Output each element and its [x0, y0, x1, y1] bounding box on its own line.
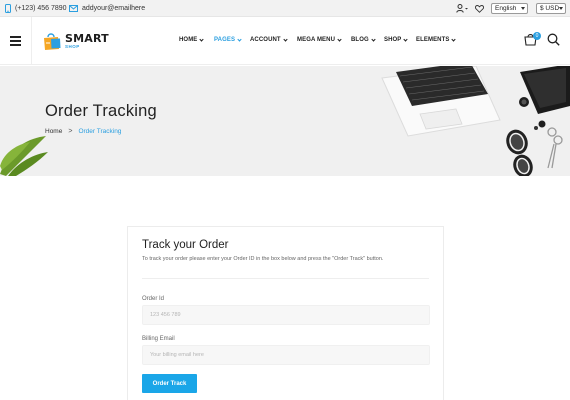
chevron-down-icon [371, 36, 376, 42]
account-dropdown[interactable] [456, 0, 469, 17]
nav-label: BLOG [351, 37, 369, 43]
currency-value: $ USD [540, 5, 560, 12]
form-description: To track your order please enter your Or… [142, 256, 384, 262]
nav-label: ELEMENTS [416, 37, 450, 43]
cart-count-badge: 0 [533, 32, 541, 40]
order-id-input[interactable]: 123 456 789 [142, 305, 430, 325]
nav-item-account[interactable]: ACCOUNT [250, 36, 288, 43]
billing-email-input[interactable]: Your billing email here [142, 345, 430, 365]
main-header: SMART SHOP HOME PAGES ACCOUNT MEGA MENU … [0, 17, 570, 65]
heart-icon [475, 4, 484, 13]
nav-label: HOME [179, 37, 198, 43]
order-id-label: Order Id [142, 296, 165, 302]
search-button[interactable] [547, 33, 560, 51]
wishlist-link[interactable] [475, 0, 484, 17]
nav-item-mega-menu[interactable]: MEGA MENU [297, 36, 342, 43]
search-icon [547, 33, 560, 46]
nav-label: SHOP [384, 37, 402, 43]
language-value: English [495, 5, 517, 12]
currency-select[interactable]: $ USD [536, 3, 566, 14]
chevron-down-icon [199, 36, 205, 42]
language-select[interactable]: English [491, 3, 528, 14]
nav-item-pages[interactable]: PAGES [214, 36, 242, 43]
chevron-down-icon [521, 7, 525, 10]
nav-item-elements[interactable]: ELEMENTS [416, 36, 457, 43]
form-heading: Track your Order [142, 239, 229, 251]
chevron-down-icon [337, 36, 342, 42]
email-address: addyour@emailhere [82, 5, 146, 12]
nav-label: MEGA MENU [297, 37, 336, 43]
mail-icon [69, 5, 78, 12]
phone-number: (+123) 456 7890 [15, 5, 67, 12]
order-id-placeholder: 123 456 789 [150, 312, 181, 318]
nav-label: PAGES [214, 37, 236, 43]
billing-email-label: Billing Email [142, 336, 175, 342]
nav-item-shop[interactable]: SHOP [384, 36, 409, 43]
order-tracking-card: Track your Order To track your order ple… [127, 226, 444, 400]
desk-background-image [0, 66, 570, 176]
phone-icon [5, 4, 11, 13]
breadcrumb-home-link[interactable]: Home [45, 128, 62, 135]
divider [142, 278, 429, 279]
page-title: Order Tracking [45, 102, 157, 120]
user-icon [456, 4, 468, 13]
nav-item-blog[interactable]: BLOG [351, 36, 376, 43]
chevron-down-icon [237, 36, 242, 42]
chevron-down-icon [283, 36, 288, 42]
breadcrumb-current: Order Tracking [78, 128, 122, 135]
order-track-button[interactable]: Order Track [142, 374, 197, 393]
breadcrumb: Home > Order Tracking [45, 128, 121, 135]
chevron-down-icon [403, 36, 409, 42]
top-bar: (+123) 456 7890 addyour@emailhere Englis… [0, 0, 570, 17]
chevron-down-icon [559, 7, 563, 10]
main-nav: HOME PAGES ACCOUNT MEGA MENU BLOG SHOP E… [0, 17, 570, 65]
topbar-email[interactable]: addyour@emailhere [69, 0, 145, 17]
billing-email-placeholder: Your billing email here [150, 352, 204, 358]
nav-label: ACCOUNT [250, 37, 281, 43]
breadcrumb-banner: Order Tracking Home > Order Tracking [0, 66, 570, 176]
topbar-phone[interactable]: (+123) 456 7890 [5, 0, 67, 17]
breadcrumb-separator: > [68, 128, 73, 135]
nav-item-home[interactable]: HOME [179, 36, 205, 43]
chevron-down-icon [451, 36, 457, 42]
